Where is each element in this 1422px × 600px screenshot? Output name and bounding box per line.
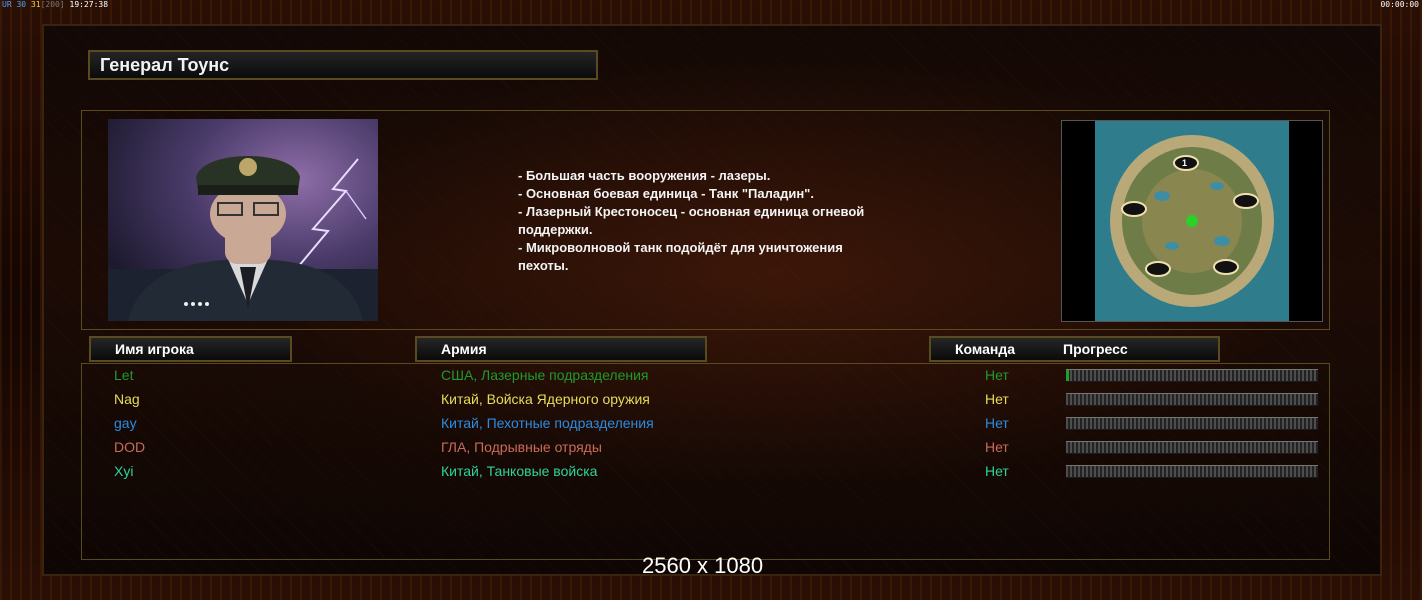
general-description: - Большая часть вооружения - лазеры. - О… bbox=[518, 168, 865, 273]
fps-counter: UR 30 31[200] 19:27:38 bbox=[2, 0, 108, 10]
player-team: Нет bbox=[985, 415, 1009, 431]
progress-bar bbox=[1066, 465, 1318, 478]
column-header-army-label: Армия bbox=[441, 341, 487, 357]
fps-limit: [200] bbox=[40, 0, 65, 9]
player-name: Nag bbox=[114, 391, 140, 407]
player-row[interactable]: gay Китай, Пехотные подразделения Нет bbox=[82, 414, 1329, 438]
column-header-progress-label: Прогресс bbox=[1063, 341, 1128, 357]
map-preview[interactable]: 1 bbox=[1061, 120, 1323, 322]
column-header-team-label: Команда bbox=[955, 341, 1015, 357]
general-title: Генерал Тоунс bbox=[88, 50, 598, 80]
player-name: Let bbox=[114, 367, 134, 383]
progress-bar bbox=[1066, 369, 1318, 382]
fps-value: 30 bbox=[16, 0, 27, 9]
start-position-marker: 1 bbox=[1182, 158, 1187, 168]
hud-bar: UR 30 31[200] 19:27:38 00:00:00 bbox=[0, 0, 1422, 10]
general-briefing: - Большая часть вооружения - лазеры. - О… bbox=[81, 110, 1330, 330]
player-army: Китай, Танковые войска bbox=[441, 463, 598, 479]
player-row[interactable]: Nag Китай, Войска Ядерного оружия Нет bbox=[82, 390, 1329, 414]
game-timer: 00:00:00 bbox=[1380, 0, 1419, 9]
player-name: gay bbox=[114, 415, 137, 431]
fps-prefix: UR bbox=[2, 0, 12, 9]
player-name: DOD bbox=[114, 439, 146, 455]
player-team: Нет bbox=[985, 391, 1009, 407]
fps-value-2: 31 bbox=[30, 0, 41, 9]
column-header-player-label: Имя игрока bbox=[115, 341, 194, 357]
player-list: Let США, Лазерные подразделения Нет Nag … bbox=[81, 363, 1330, 560]
progress-bar bbox=[1066, 441, 1318, 454]
player-team: Нет bbox=[985, 463, 1009, 479]
general-portrait bbox=[108, 119, 378, 321]
column-header-player[interactable]: Имя игрока bbox=[89, 336, 292, 362]
player-row[interactable]: Xyi Китай, Танковые войска Нет bbox=[82, 462, 1329, 486]
player-team: Нет bbox=[985, 439, 1009, 455]
player-row[interactable]: DOD ГЛА, Подрывные отряды Нет bbox=[82, 438, 1329, 462]
player-army: Китай, Войска Ядерного оружия bbox=[441, 391, 650, 407]
column-header-team-progress[interactable]: Команда Прогресс bbox=[929, 336, 1220, 362]
clock: 19:27:38 bbox=[69, 0, 109, 9]
player-team: Нет bbox=[985, 367, 1009, 383]
player-army: ГЛА, Подрывные отряды bbox=[441, 439, 602, 455]
player-row[interactable]: Let США, Лазерные подразделения Нет bbox=[82, 366, 1329, 390]
resolution-label: 2560 x 1080 bbox=[642, 553, 764, 578]
column-header-army[interactable]: Армия bbox=[415, 336, 707, 362]
progress-fill bbox=[1066, 370, 1069, 381]
player-army: США, Лазерные подразделения bbox=[441, 367, 649, 383]
progress-bar bbox=[1066, 417, 1318, 430]
progress-bar bbox=[1066, 393, 1318, 406]
player-army: Китай, Пехотные подразделения bbox=[441, 415, 654, 431]
player-name: Xyi bbox=[114, 463, 134, 479]
